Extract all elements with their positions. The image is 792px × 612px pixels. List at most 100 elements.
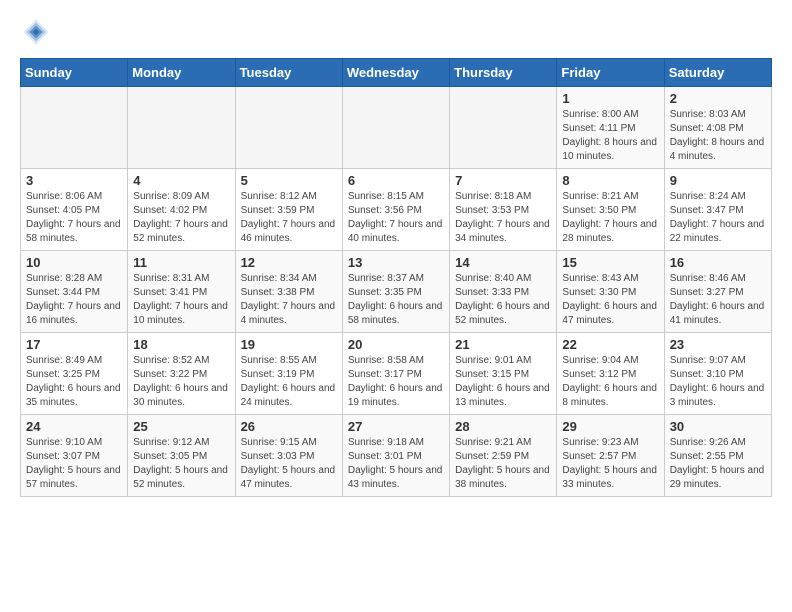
day-number: 16 (670, 255, 766, 270)
calendar-week-1: 1Sunrise: 8:00 AM Sunset: 4:11 PM Daylig… (21, 87, 772, 169)
column-header-tuesday: Tuesday (235, 59, 342, 87)
day-number: 25 (133, 419, 229, 434)
calendar-cell: 30 Sunrise: 9:26 AM Sunset: 2:55 PM Dayli… (664, 415, 771, 497)
calendar-cell: 16 Sunrise: 8:46 AM Sunset: 3:27 PM Dayli… (664, 251, 771, 333)
day-number: 12 (241, 255, 337, 270)
day-number: 17 (26, 337, 122, 352)
calendar-cell: 20 Sunrise: 8:58 AM Sunset: 3:17 PM Dayli… (342, 333, 449, 415)
calendar-cell: 19 Sunrise: 8:55 AM Sunset: 3:19 PM Dayli… (235, 333, 342, 415)
day-info: Sunrise: 8:12 AM Sunset: 3:59 PM Dayligh… (241, 190, 337, 246)
column-header-monday: Monday (128, 59, 235, 87)
calendar-table: SundayMondayTuesdayWednesdayThursdayFrid… (20, 58, 772, 497)
day-info: Sunrise: 9:26 AM Sunset: 2:55 PM Dayligh… (670, 436, 766, 492)
calendar-cell (128, 87, 235, 169)
calendar-cell: 6 Sunrise: 8:15 AM Sunset: 3:56 PM Daylig… (342, 169, 449, 251)
logo (20, 16, 56, 48)
day-info: Sunrise: 9:21 AM Sunset: 2:59 PM Dayligh… (455, 436, 551, 492)
column-header-saturday: Saturday (664, 59, 771, 87)
day-number: 22 (562, 337, 658, 352)
day-number: 21 (455, 337, 551, 352)
day-number: 15 (562, 255, 658, 270)
day-info: Sunrise: 8:46 AM Sunset: 3:27 PM Dayligh… (670, 272, 766, 328)
day-number: 19 (241, 337, 337, 352)
day-number: 30 (670, 419, 766, 434)
day-number: 3 (26, 173, 122, 188)
calendar-week-3: 10 Sunrise: 8:28 AM Sunset: 3:44 PM Dayli… (21, 251, 772, 333)
day-info: Sunrise: 8:37 AM Sunset: 3:35 PM Dayligh… (348, 272, 444, 328)
day-info: Sunrise: 8:43 AM Sunset: 3:30 PM Dayligh… (562, 272, 658, 328)
calendar-week-4: 17 Sunrise: 8:49 AM Sunset: 3:25 PM Dayli… (21, 333, 772, 415)
column-header-friday: Friday (557, 59, 664, 87)
calendar-cell: 10 Sunrise: 8:28 AM Sunset: 3:44 PM Dayli… (21, 251, 128, 333)
day-number: 20 (348, 337, 444, 352)
logo-icon (20, 16, 52, 48)
day-info: Sunrise: 8:55 AM Sunset: 3:19 PM Dayligh… (241, 354, 337, 410)
day-info: Sunrise: 8:18 AM Sunset: 3:53 PM Dayligh… (455, 190, 551, 246)
day-info: Sunrise: 8:49 AM Sunset: 3:25 PM Dayligh… (26, 354, 122, 410)
day-number: 23 (670, 337, 766, 352)
calendar-cell: 23 Sunrise: 9:07 AM Sunset: 3:10 PM Dayli… (664, 333, 771, 415)
day-info: Sunrise: 8:15 AM Sunset: 3:56 PM Dayligh… (348, 190, 444, 246)
day-number: 13 (348, 255, 444, 270)
calendar-cell (450, 87, 557, 169)
day-number: 14 (455, 255, 551, 270)
calendar-cell: 15 Sunrise: 8:43 AM Sunset: 3:30 PM Dayli… (557, 251, 664, 333)
day-number: 9 (670, 173, 766, 188)
day-info: Sunrise: 8:09 AM Sunset: 4:02 PM Dayligh… (133, 190, 229, 246)
calendar-header-row: SundayMondayTuesdayWednesdayThursdayFrid… (21, 59, 772, 87)
calendar-cell: 12 Sunrise: 8:34 AM Sunset: 3:38 PM Dayli… (235, 251, 342, 333)
day-number: 28 (455, 419, 551, 434)
day-info: Sunrise: 8:24 AM Sunset: 3:47 PM Dayligh… (670, 190, 766, 246)
day-info: Sunrise: 8:58 AM Sunset: 3:17 PM Dayligh… (348, 354, 444, 410)
calendar-week-2: 3 Sunrise: 8:06 AM Sunset: 4:05 PM Daylig… (21, 169, 772, 251)
page-header (20, 16, 772, 48)
calendar-cell: 18 Sunrise: 8:52 AM Sunset: 3:22 PM Dayli… (128, 333, 235, 415)
day-info: Sunrise: 9:18 AM Sunset: 3:01 PM Dayligh… (348, 436, 444, 492)
day-info: Sunrise: 8:03 AM Sunset: 4:08 PM Dayligh… (670, 108, 766, 164)
day-number: 18 (133, 337, 229, 352)
calendar-cell: 26Sunrise: 9:15 AM Sunset: 3:03 PM Dayli… (235, 415, 342, 497)
calendar-cell: 29Sunrise: 9:23 AM Sunset: 2:57 PM Dayli… (557, 415, 664, 497)
day-number: 10 (26, 255, 122, 270)
calendar-cell: 24 Sunrise: 9:10 AM Sunset: 3:07 PM Dayli… (21, 415, 128, 497)
day-number: 24 (26, 419, 122, 434)
day-number: 5 (241, 173, 337, 188)
day-number: 2 (670, 91, 766, 106)
day-info: Sunrise: 9:12 AM Sunset: 3:05 PM Dayligh… (133, 436, 229, 492)
calendar-cell: 1Sunrise: 8:00 AM Sunset: 4:11 PM Daylig… (557, 87, 664, 169)
calendar-cell: 25 Sunrise: 9:12 AM Sunset: 3:05 PM Dayli… (128, 415, 235, 497)
day-info: Sunrise: 8:52 AM Sunset: 3:22 PM Dayligh… (133, 354, 229, 410)
calendar-cell: 9 Sunrise: 8:24 AM Sunset: 3:47 PM Daylig… (664, 169, 771, 251)
calendar-cell: 2 Sunrise: 8:03 AM Sunset: 4:08 PM Daylig… (664, 87, 771, 169)
day-number: 8 (562, 173, 658, 188)
calendar-cell: 11Sunrise: 8:31 AM Sunset: 3:41 PM Dayli… (128, 251, 235, 333)
day-number: 7 (455, 173, 551, 188)
day-info: Sunrise: 9:07 AM Sunset: 3:10 PM Dayligh… (670, 354, 766, 410)
day-info: Sunrise: 8:40 AM Sunset: 3:33 PM Dayligh… (455, 272, 551, 328)
calendar-cell: 14 Sunrise: 8:40 AM Sunset: 3:33 PM Dayli… (450, 251, 557, 333)
day-info: Sunrise: 9:10 AM Sunset: 3:07 PM Dayligh… (26, 436, 122, 492)
day-info: Sunrise: 9:01 AM Sunset: 3:15 PM Dayligh… (455, 354, 551, 410)
column-header-sunday: Sunday (21, 59, 128, 87)
calendar-cell (235, 87, 342, 169)
day-number: 4 (133, 173, 229, 188)
day-number: 27 (348, 419, 444, 434)
day-number: 26 (241, 419, 337, 434)
calendar-cell: 22 Sunrise: 9:04 AM Sunset: 3:12 PM Dayli… (557, 333, 664, 415)
calendar-cell: 4 Sunrise: 8:09 AM Sunset: 4:02 PM Daylig… (128, 169, 235, 251)
day-info: Sunrise: 8:06 AM Sunset: 4:05 PM Dayligh… (26, 190, 122, 246)
day-info: Sunrise: 9:04 AM Sunset: 3:12 PM Dayligh… (562, 354, 658, 410)
calendar-cell: 5 Sunrise: 8:12 AM Sunset: 3:59 PM Daylig… (235, 169, 342, 251)
day-info: Sunrise: 8:28 AM Sunset: 3:44 PM Dayligh… (26, 272, 122, 328)
column-header-wednesday: Wednesday (342, 59, 449, 87)
calendar-cell: 27 Sunrise: 9:18 AM Sunset: 3:01 PM Dayli… (342, 415, 449, 497)
day-info: Sunrise: 9:23 AM Sunset: 2:57 PM Dayligh… (562, 436, 658, 492)
calendar-cell: 13 Sunrise: 8:37 AM Sunset: 3:35 PM Dayli… (342, 251, 449, 333)
day-number: 6 (348, 173, 444, 188)
calendar-cell (21, 87, 128, 169)
calendar-cell: 28 Sunrise: 9:21 AM Sunset: 2:59 PM Dayli… (450, 415, 557, 497)
column-header-thursday: Thursday (450, 59, 557, 87)
calendar-cell: 17 Sunrise: 8:49 AM Sunset: 3:25 PM Dayli… (21, 333, 128, 415)
day-info: Sunrise: 8:34 AM Sunset: 3:38 PM Dayligh… (241, 272, 337, 328)
calendar-week-5: 24 Sunrise: 9:10 AM Sunset: 3:07 PM Dayli… (21, 415, 772, 497)
